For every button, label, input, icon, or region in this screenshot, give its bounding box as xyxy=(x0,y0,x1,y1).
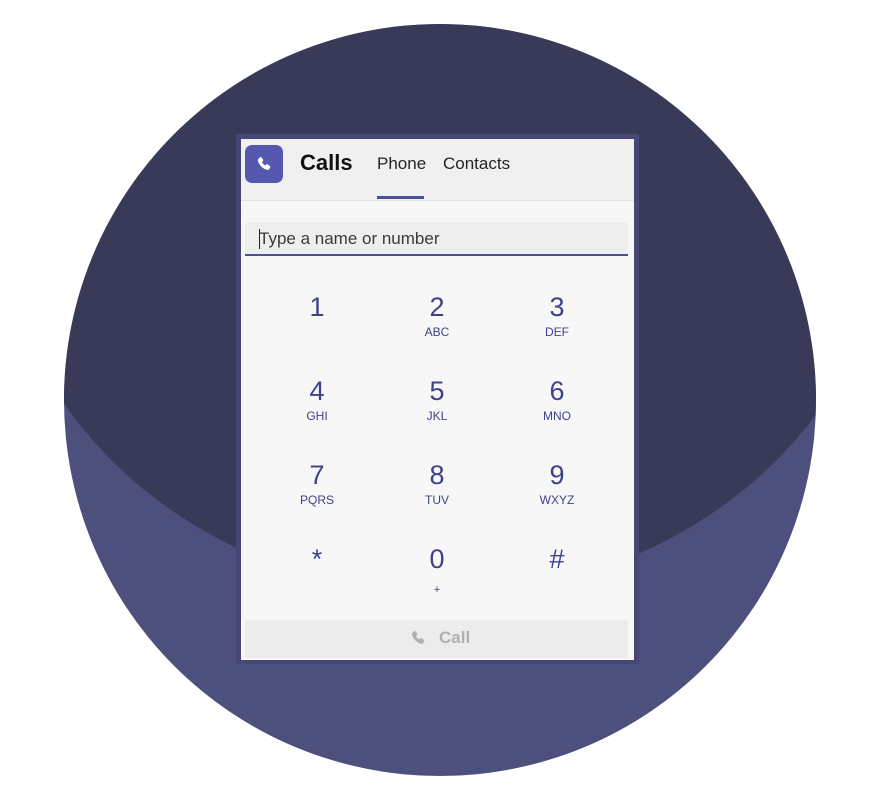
dialpad-key-4[interactable]: 4 GHI xyxy=(262,376,372,438)
dialpad-key-star[interactable]: * xyxy=(262,544,372,606)
text-cursor xyxy=(259,229,260,249)
dialpad-letters: MNO xyxy=(543,409,571,423)
dialpad-key-8[interactable]: 8 TUV xyxy=(382,460,492,522)
dialpad-key-1[interactable]: 1 xyxy=(262,292,372,354)
dialpad-letters: DEF xyxy=(545,325,569,339)
dialpad-letters: + xyxy=(433,584,441,596)
dialpad-digit: 2 xyxy=(429,292,445,322)
tab-phone[interactable]: Phone xyxy=(377,153,426,175)
dialpad-key-3[interactable]: 3 DEF xyxy=(502,292,612,354)
dialpad-letters: TUV xyxy=(425,493,449,507)
dialpad-key-0[interactable]: 0 + xyxy=(382,544,492,606)
dialpad-letters: JKL xyxy=(426,409,448,423)
dialpad-digit: 1 xyxy=(309,292,325,322)
dialpad-key-2[interactable]: 2 ABC xyxy=(382,292,492,354)
dialpad-digit: * xyxy=(311,544,323,574)
tab-contacts[interactable]: Contacts xyxy=(443,153,510,175)
dialpad-digit: 0 xyxy=(429,544,445,574)
dialpad-letters: ABC xyxy=(424,325,450,339)
call-button-label: Call xyxy=(439,628,471,647)
dialpad-digit: 4 xyxy=(309,376,325,406)
dialpad-letters: GHI xyxy=(306,409,328,423)
dialpad-digit: 7 xyxy=(309,460,325,490)
dialpad-digit: 6 xyxy=(549,376,565,406)
dialpad-digit: # xyxy=(549,544,565,574)
dialpad-digit: 3 xyxy=(549,292,565,322)
dialpad-digit: 9 xyxy=(549,460,565,490)
app-title: Calls xyxy=(300,150,353,175)
dialpad-key-6[interactable]: 6 MNO xyxy=(502,376,612,438)
dialpad-digit: 5 xyxy=(429,376,445,406)
calls-header: Calls Phone Contacts xyxy=(241,139,634,201)
call-button[interactable]: Call xyxy=(245,620,628,658)
dialpad-key-hash[interactable]: # xyxy=(502,544,612,606)
phone-icon xyxy=(411,630,425,644)
dialpad-digit: 8 xyxy=(429,460,445,490)
calls-app-logo xyxy=(245,145,283,183)
dialpad-key-5[interactable]: 5 JKL xyxy=(382,376,492,438)
search-placeholder: Type a name or number xyxy=(259,229,440,248)
calls-panel: Calls Phone Contacts Type a name or numb… xyxy=(241,139,634,660)
dialpad-letters: WXYZ xyxy=(539,493,575,507)
dialpad-letters: PQRS xyxy=(299,493,334,507)
dialpad-key-7[interactable]: 7 PQRS xyxy=(262,460,372,522)
search-input[interactable]: Type a name or number xyxy=(245,222,628,256)
dialpad-key-9[interactable]: 9 WXYZ xyxy=(502,460,612,522)
teams-calls-illustration: Calls Phone Contacts Type a name or numb… xyxy=(0,0,876,800)
phone-icon xyxy=(257,156,271,170)
selected-tab-indicator xyxy=(377,196,424,199)
